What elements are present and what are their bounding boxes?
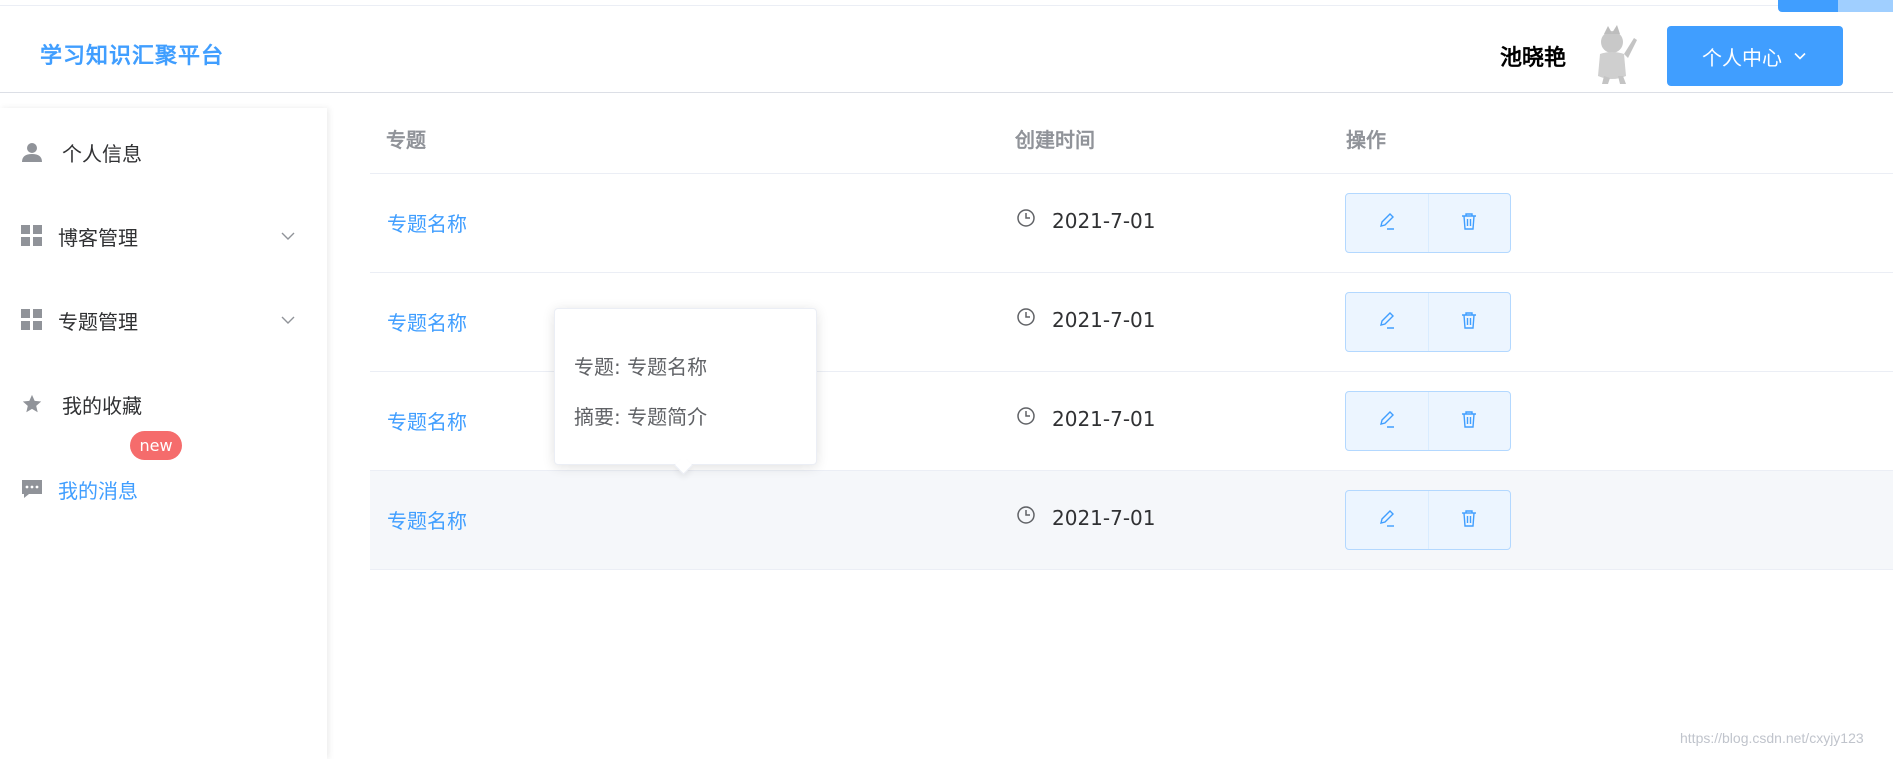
corner-widget[interactable] <box>1778 0 1893 12</box>
sidebar-item-label: 个人信息 <box>62 141 142 166</box>
table-header: 专题 创建时间 操作 <box>370 108 1893 174</box>
edit-icon <box>1377 409 1397 433</box>
user-icon <box>20 140 44 164</box>
grid-icon <box>20 308 44 332</box>
table-row: 专题名称 2021-7-01 <box>370 174 1893 273</box>
popover-summary-line: 摘要: 专题简介 <box>574 405 708 429</box>
row-actions <box>1345 193 1511 253</box>
personal-center-label: 个人中心 <box>1702 45 1782 70</box>
delete-button[interactable] <box>1427 194 1511 252</box>
created-date: 2021-7-01 <box>1052 307 1156 332</box>
column-header-topic: 专题 <box>386 128 426 152</box>
table-row: 专题名称 2021-7-01 <box>370 471 1893 570</box>
star-icon <box>20 392 44 416</box>
edit-button[interactable] <box>1346 194 1428 252</box>
sidebar-item-label: 我的消息 <box>58 478 138 503</box>
row-actions <box>1345 391 1511 451</box>
edit-button[interactable] <box>1346 293 1428 351</box>
column-header-created: 创建时间 <box>1015 128 1095 152</box>
grid-icon <box>20 224 44 248</box>
topic-popover: 专题: 专题名称 摘要: 专题简介 <box>554 308 817 465</box>
sidebar-item-label: 博客管理 <box>58 225 138 250</box>
trash-icon <box>1459 409 1479 433</box>
sidebar-item-topic-management[interactable]: 专题管理 <box>0 290 327 350</box>
clock-icon <box>1016 406 1036 431</box>
delete-button[interactable] <box>1427 293 1511 351</box>
topic-link[interactable]: 专题名称 <box>387 505 467 534</box>
topic-link[interactable]: 专题名称 <box>387 406 467 435</box>
user-name: 池晓艳 <box>1500 46 1567 71</box>
edit-icon <box>1377 508 1397 532</box>
brand-title[interactable]: 学习知识汇聚平台 <box>40 38 224 70</box>
trash-icon <box>1459 508 1479 532</box>
chevron-down-icon <box>1792 48 1808 64</box>
trash-icon <box>1459 310 1479 334</box>
sidebar-item-personal-info[interactable]: 个人信息 <box>0 122 327 182</box>
edit-icon <box>1377 211 1397 235</box>
column-header-actions: 操作 <box>1346 128 1386 152</box>
top-strip <box>0 0 1893 6</box>
clock-icon <box>1016 505 1036 530</box>
sidebar-item-blog-management[interactable]: 博客管理 <box>0 206 327 266</box>
clock-icon <box>1016 208 1036 233</box>
trash-icon <box>1459 211 1479 235</box>
topic-link[interactable]: 专题名称 <box>387 307 467 336</box>
edit-button[interactable] <box>1346 491 1428 549</box>
avatar[interactable] <box>1590 24 1640 84</box>
date-cell: 2021-7-01 <box>1016 208 1156 233</box>
personal-center-button[interactable]: 个人中心 <box>1667 26 1843 86</box>
created-date: 2021-7-01 <box>1052 505 1156 530</box>
created-date: 2021-7-01 <box>1052 406 1156 431</box>
watermark: https://blog.csdn.net/cxyjy123 <box>1680 730 1864 746</box>
edit-icon <box>1377 310 1397 334</box>
created-date: 2021-7-01 <box>1052 208 1156 233</box>
clock-icon <box>1016 307 1036 332</box>
chevron-down-icon <box>280 228 296 244</box>
sidebar-item-label: 我的收藏 <box>62 393 142 418</box>
row-actions <box>1345 292 1511 352</box>
row-actions <box>1345 490 1511 550</box>
popover-topic-line: 专题: 专题名称 <box>574 355 708 379</box>
delete-button[interactable] <box>1427 491 1511 549</box>
new-badge: new <box>130 431 182 460</box>
edit-button[interactable] <box>1346 392 1428 450</box>
date-cell: 2021-7-01 <box>1016 307 1156 332</box>
date-cell: 2021-7-01 <box>1016 406 1156 431</box>
delete-button[interactable] <box>1427 392 1511 450</box>
chat-icon <box>20 477 44 501</box>
sidebar-item-messages[interactable]: 我的消息 <box>0 459 327 519</box>
sidebar-item-label: 专题管理 <box>58 309 138 334</box>
topic-link[interactable]: 专题名称 <box>387 208 467 237</box>
date-cell: 2021-7-01 <box>1016 505 1156 530</box>
chevron-down-icon <box>280 312 296 328</box>
top-header: 学习知识汇聚平台 池晓艳 个人中心 <box>0 0 1893 93</box>
sidebar-item-favorites[interactable]: 我的收藏 <box>0 374 327 434</box>
